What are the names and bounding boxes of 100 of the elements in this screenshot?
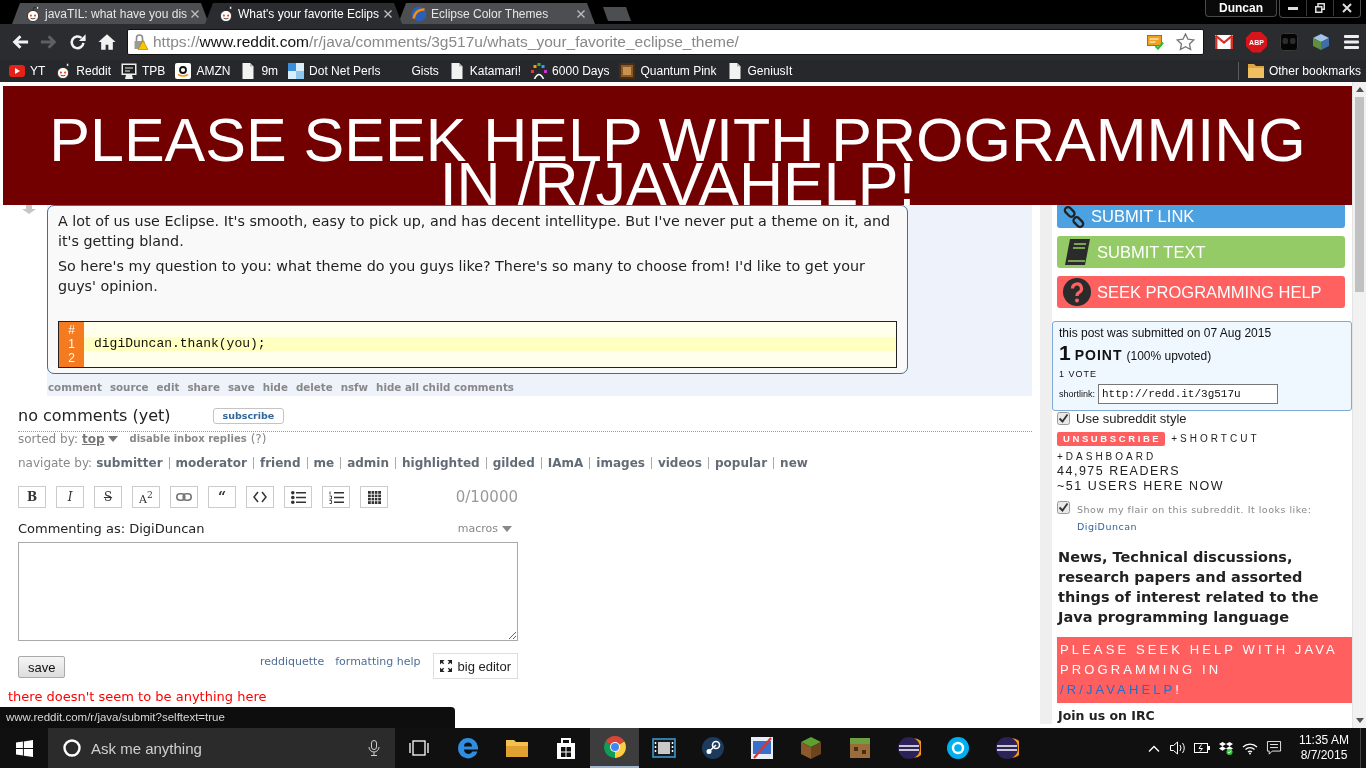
- scrollbar-thumb[interactable]: [1355, 97, 1364, 292]
- post-action-link[interactable]: hide: [262, 380, 288, 394]
- grid-icon: [288, 63, 305, 79]
- superscript-button[interactable]: A$^{2}$: [132, 486, 160, 508]
- bookmark[interactable]: Katamari!: [443, 60, 527, 82]
- checkbox[interactable]: [1057, 501, 1070, 514]
- bookmark[interactable]: Reddit: [50, 60, 117, 82]
- post-action-link[interactable]: edit: [156, 380, 180, 394]
- down-arrow-icon[interactable]: [1355, 718, 1364, 723]
- battery-icon[interactable]: [1194, 743, 1210, 753]
- film-icon: [651, 736, 676, 760]
- navigate-link[interactable]: videos: [657, 455, 702, 471]
- minimize-icon[interactable]: [1288, 6, 1298, 10]
- up-arrow-icon[interactable]: [1355, 87, 1364, 92]
- bookmark[interactable]: YT: [4, 60, 51, 82]
- menu-icon[interactable]: [1344, 35, 1359, 49]
- help-button[interactable]: SEEK PROGRAMMING HELP: [1057, 276, 1345, 308]
- badge-check-icon[interactable]: [1147, 34, 1164, 50]
- table-button[interactable]: [360, 486, 388, 508]
- bold-button[interactable]: B: [18, 486, 46, 508]
- post-action-link[interactable]: share: [187, 380, 220, 394]
- star-icon[interactable]: [1176, 33, 1195, 51]
- envelope-icon[interactable]: [1215, 35, 1233, 49]
- bookmark[interactable]: 6000 Days: [526, 60, 615, 82]
- help-notice: PLEASE SEEK HELP WITH JAVA PROGRAMMING IN /R/JAVAHELP!: [1057, 637, 1352, 703]
- navigate-link[interactable]: submitter: [96, 455, 163, 471]
- code-button[interactable]: [246, 486, 274, 508]
- post-action-link[interactable]: hide all child comments: [376, 380, 514, 394]
- close-icon[interactable]: [1342, 3, 1352, 13]
- navigate-link[interactable]: friend: [259, 455, 301, 471]
- post-action-link[interactable]: nsfw: [340, 380, 369, 394]
- comment-input[interactable]: [18, 542, 518, 641]
- navigate-link[interactable]: moderator: [175, 455, 247, 471]
- close-icon[interactable]: [384, 9, 392, 18]
- strikethrough-button[interactable]: S: [94, 486, 122, 508]
- online-count: ~51 USERS HERE NOW: [1057, 479, 1224, 494]
- taskbar-app[interactable]: [590, 728, 639, 768]
- search-field[interactable]: Ask me anything: [48, 728, 395, 768]
- navigate-link[interactable]: popular: [715, 455, 768, 471]
- navigate-link[interactable]: me: [313, 455, 335, 471]
- sort-dropdown[interactable]: top: [81, 432, 118, 446]
- chevron-up-icon[interactable]: [1146, 744, 1162, 752]
- navigate-link[interactable]: highlighted: [402, 455, 480, 471]
- big-editor-button[interactable]: big editor: [432, 653, 518, 679]
- italic-button[interactable]: I: [56, 486, 84, 508]
- subscribe-button[interactable]: subscribe: [212, 408, 285, 424]
- home-icon[interactable]: [98, 33, 116, 51]
- bookmark[interactable]: Dot Net Perls: [283, 60, 386, 82]
- submit-link-button[interactable]: SUBMIT LINK: [1057, 205, 1345, 228]
- bookmark[interactable]: Quantum Pink: [614, 60, 722, 82]
- address-bar[interactable]: https://www.reddit.com/r/java/comments/3g517u/whats_your_favorite_eclipse_theme/: [127, 29, 1204, 55]
- save-button[interactable]: save: [18, 656, 66, 678]
- clock-time[interactable]: 11:35 AM: [1299, 733, 1349, 748]
- post-action-link[interactable]: save: [227, 380, 255, 394]
- checkbox[interactable]: [1057, 412, 1070, 425]
- numbered-list-button[interactable]: [322, 486, 350, 508]
- reload-icon[interactable]: [69, 33, 87, 51]
- restore-icon[interactable]: [1315, 3, 1325, 13]
- bookmark[interactable]: 9m: [235, 60, 284, 82]
- microphone-icon[interactable]: [368, 740, 380, 756]
- dashboard-link[interactable]: +DASHBOARD: [1057, 451, 1157, 463]
- quote-button[interactable]: “: [208, 486, 236, 508]
- window-panes-icon[interactable]: [15, 739, 33, 757]
- speaker-icon[interactable]: [1170, 741, 1186, 755]
- navigate-link[interactable]: new: [780, 455, 808, 471]
- browser-tab[interactable]: What's your favorite Eclips: [205, 3, 402, 24]
- shortlink-field[interactable]: http://redd.it/3g517u: [1098, 384, 1278, 404]
- help-link[interactable]: formatting help: [335, 655, 421, 668]
- bullet-list-button[interactable]: [284, 486, 312, 508]
- bookmark[interactable]: GeniusIt: [721, 60, 798, 82]
- cube-icon[interactable]: [1312, 33, 1330, 51]
- help-link[interactable]: (?): [250, 432, 267, 446]
- macros-dropdown[interactable]: macros: [457, 521, 512, 537]
- bookmark[interactable]: Gists: [385, 60, 444, 82]
- post-action-link[interactable]: delete: [295, 380, 333, 394]
- unsubscribe-button[interactable]: UNSUBSCRIBE: [1057, 432, 1166, 446]
- profile-button[interactable]: Duncan: [1205, 0, 1277, 17]
- post-action-link[interactable]: source: [109, 380, 149, 394]
- wifi-icon[interactable]: [1242, 741, 1258, 755]
- back-arrow-icon[interactable]: [11, 33, 29, 51]
- post-action-link[interactable]: comment: [48, 380, 102, 394]
- vertical-scrollbar[interactable]: [1352, 82, 1366, 728]
- browser-tab[interactable]: Eclipse Color Themes: [398, 3, 595, 24]
- link-button[interactable]: [170, 486, 198, 508]
- message-icon[interactable]: [1266, 741, 1282, 755]
- navigate-link[interactable]: admin: [347, 455, 389, 471]
- disable-replies-link[interactable]: disable inbox replies: [129, 432, 247, 446]
- shortcut-link[interactable]: +SHORTCUT: [1171, 433, 1260, 445]
- browser-tab[interactable]: javaTIL: what have you dis: [12, 3, 209, 24]
- line-number: 1: [68, 337, 75, 351]
- navigate-link[interactable]: images: [596, 455, 645, 471]
- bookmark[interactable]: AMZN: [170, 60, 236, 82]
- help-link[interactable]: reddiquette: [260, 655, 325, 668]
- navigate-link[interactable]: IAmA: [547, 455, 584, 471]
- navigate-link[interactable]: gilded: [492, 455, 535, 471]
- clock-date[interactable]: 8/7/2015: [1300, 748, 1348, 763]
- bookmark[interactable]: TPB: [116, 60, 171, 82]
- bookmark-folder[interactable]: Other bookmarks: [1242, 60, 1366, 82]
- task-view-icon[interactable]: [409, 740, 429, 756]
- diamonds-icon[interactable]: [1218, 741, 1234, 755]
